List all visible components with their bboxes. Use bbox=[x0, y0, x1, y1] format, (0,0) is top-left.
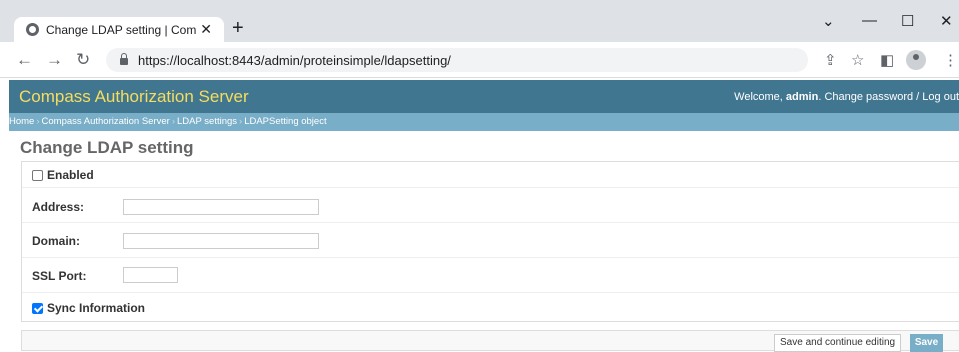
domain-label: Domain: bbox=[32, 234, 80, 248]
ssl-port-input[interactable] bbox=[123, 267, 178, 283]
site-title[interactable]: Compass Authorization Server bbox=[19, 87, 249, 107]
url-text: https://localhost:8443/admin/proteinsimp… bbox=[138, 52, 451, 68]
tab-title: Change LDAP setting | Compass bbox=[46, 22, 196, 37]
enabled-label[interactable]: Enabled bbox=[47, 168, 94, 182]
side-panel-icon[interactable]: ◧ bbox=[880, 51, 894, 69]
logout-link[interactable]: Log out bbox=[922, 91, 959, 103]
maximize-button[interactable]: ☐ bbox=[901, 12, 914, 30]
star-icon[interactable]: ☆ bbox=[851, 51, 864, 69]
domain-row: Domain: bbox=[22, 223, 959, 258]
forward-button[interactable]: → bbox=[46, 50, 63, 70]
profile-avatar[interactable] bbox=[906, 50, 926, 70]
page-title: Change LDAP setting bbox=[20, 138, 194, 157]
back-button[interactable]: ← bbox=[16, 50, 33, 70]
ldap-form-fieldset: Enabled Address: Domain: SSL Port: Sync … bbox=[21, 161, 959, 322]
sync-row: Sync Information bbox=[22, 293, 959, 323]
lock-icon[interactable] bbox=[120, 53, 128, 65]
change-password-link[interactable]: Change password bbox=[824, 91, 913, 103]
user-tools: Welcome, admin. Change password / Log ou… bbox=[734, 91, 959, 103]
ssl-port-label: SSL Port: bbox=[32, 269, 87, 283]
save-button[interactable]: Save bbox=[910, 334, 943, 352]
chevron-down-icon[interactable]: ⌄ bbox=[822, 12, 835, 30]
breadcrumb-home[interactable]: Home bbox=[9, 116, 34, 127]
url-input[interactable]: https://localhost:8443/admin/proteinsimp… bbox=[106, 48, 808, 72]
address-bar-row: ← → ↻ https://localhost:8443/admin/prote… bbox=[0, 42, 959, 78]
domain-input[interactable] bbox=[123, 233, 319, 249]
username: admin bbox=[785, 91, 819, 103]
browser-tab[interactable]: Change LDAP setting | Compass ✕ bbox=[14, 17, 224, 42]
tab-close-icon[interactable]: ✕ bbox=[200, 21, 212, 38]
address-label: Address: bbox=[32, 200, 85, 214]
globe-icon bbox=[26, 23, 39, 36]
address-input[interactable] bbox=[123, 199, 319, 215]
browser-tab-bar: Change LDAP setting | Compass ✕ + ⌄ — ☐ … bbox=[0, 0, 959, 42]
breadcrumb: Home › Compass Authorization Server › LDAP s… bbox=[9, 113, 959, 131]
close-window-button[interactable]: ✕ bbox=[940, 12, 953, 30]
submit-row: Save and continue editing Save bbox=[21, 330, 959, 352]
ssl-port-row: SSL Port: bbox=[22, 258, 959, 293]
sync-information-label[interactable]: Sync Information bbox=[47, 301, 145, 315]
address-row: Address: bbox=[22, 188, 959, 223]
breadcrumb-current: LDAPSetting object bbox=[244, 116, 327, 127]
admin-header: Compass Authorization Server Welcome, ad… bbox=[9, 80, 959, 113]
minimize-button[interactable]: — bbox=[862, 12, 877, 29]
breadcrumb-model[interactable]: LDAP settings bbox=[177, 116, 237, 127]
enabled-row: Enabled bbox=[22, 162, 959, 188]
enabled-checkbox[interactable] bbox=[32, 170, 43, 181]
new-tab-button[interactable]: + bbox=[232, 17, 244, 39]
welcome-text: Welcome, bbox=[734, 91, 783, 103]
save-continue-button[interactable]: Save and continue editing bbox=[774, 334, 902, 352]
user-tools-separator: / bbox=[916, 91, 920, 103]
reload-button[interactable]: ↻ bbox=[76, 50, 90, 70]
breadcrumb-app[interactable]: Compass Authorization Server bbox=[42, 116, 170, 127]
sync-information-checkbox[interactable] bbox=[32, 303, 43, 314]
share-icon[interactable]: ⇪ bbox=[824, 51, 837, 69]
menu-icon[interactable]: ⋮ bbox=[943, 51, 958, 69]
